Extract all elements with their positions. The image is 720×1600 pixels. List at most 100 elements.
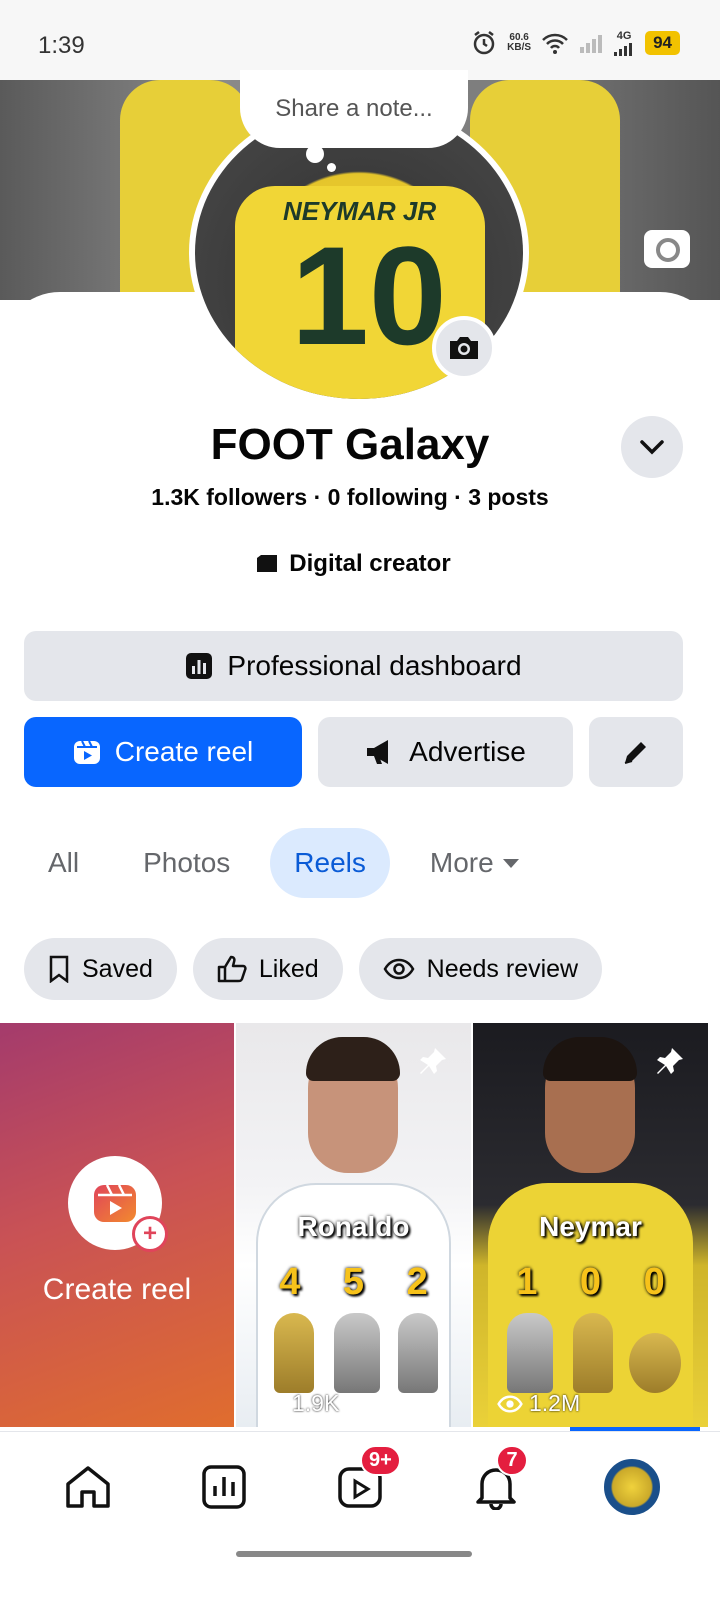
trophy-count: 4 [279,1261,301,1303]
reel-player-name: Ronaldo [297,1211,410,1242]
tab-all-label: All [48,847,80,878]
trophy-counts: 4 5 2 [236,1261,471,1304]
create-reel-tile[interactable]: + Create reel [0,1023,234,1427]
net-speed-unit: KB/S [507,42,532,53]
nav-reels[interactable]: 9+ [330,1444,401,1517]
pencil-icon [624,742,646,764]
profile-avatar-small [604,1458,660,1515]
category-label: Digital creator [289,550,451,577]
player-hair [306,1037,400,1081]
reel-view-count: 1.9K [292,1390,340,1416]
tab-more[interactable]: More [406,828,544,898]
filter-needs-review-label: Needs review [426,954,579,983]
trophy-count: 0 [579,1261,602,1303]
signal-weak-icon [580,35,603,53]
professional-dashboard-button[interactable]: Professional dashboard [24,631,683,701]
pin-icon [417,1045,449,1082]
filter-saved[interactable]: Saved [24,938,177,1000]
profile-stats[interactable]: 1.3K followers · 0 following · 3 posts [0,484,700,511]
eye-icon [260,1394,286,1413]
notifications-badge: 7 [496,1444,528,1476]
trophy-icon [573,1313,613,1393]
trophy-count: 0 [643,1261,665,1303]
advertise-button[interactable]: Advertise [318,717,573,787]
caret-down-icon [502,859,519,868]
trophy-counts: 1 0 0 [473,1261,708,1304]
page-name: FOOT Galaxy [210,420,490,469]
signal-icon [614,43,633,56]
ball-trophy-icon [629,1333,681,1393]
nav-profile[interactable] [602,1457,662,1517]
bookmark-icon [49,955,69,983]
battery-indicator: 94 [645,31,680,55]
reel-icon [73,740,100,764]
net-speed: 60.6 KB/S [507,33,531,53]
profile-category: Digital creator [0,550,706,578]
player-hair [543,1037,637,1081]
thumbs-up-icon [217,955,247,983]
advertise-label: Advertise [409,736,526,767]
nav-notifications[interactable]: 7 [466,1444,528,1517]
trophy-count: 1 [516,1261,538,1303]
tab-photos-label: Photos [143,847,231,878]
create-reel-label: Create reel [114,736,254,767]
trophy-count: 5 [342,1261,365,1303]
wifi-icon [542,33,568,54]
eye-icon [383,958,415,980]
signal-4g: 4G [613,30,635,56]
avatar-camera-button[interactable] [432,316,496,380]
nav-dashboard[interactable] [194,1457,254,1517]
note-bubble-tail-small [327,163,336,172]
create-reel-button[interactable]: Create reel [24,717,302,787]
eye-icon [497,1394,523,1413]
reel-player-name: Neymar [539,1211,642,1242]
filter-needs-review[interactable]: Needs review [358,938,603,1000]
network-type: 4G [616,30,632,42]
home-indicator[interactable] [236,1551,472,1557]
tab-all[interactable]: All [24,828,103,898]
bottom-nav: 9+ 7 [0,1431,720,1541]
reel-icon [94,1184,136,1222]
camera-icon [450,337,478,359]
avatar-jersey-number: 10 [291,217,447,374]
creator-icon [257,555,278,572]
reel-view-count: 1.2M [529,1390,581,1416]
trophy-icon [334,1313,380,1393]
filter-liked-label: Liked [258,954,319,983]
plus-icon: + [132,1216,168,1252]
status-icons: 60.6 KB/S 4G 94 [471,30,680,56]
reels-grid: + Create reel Ronaldo 4 5 2 1.9K Neymar [0,1023,720,1427]
dashboard-label: Professional dashboard [227,650,522,681]
reels-badge: 9+ [360,1444,401,1476]
reel-views: 1.2M [497,1390,580,1417]
reel-filters: Saved Liked Needs review [24,938,603,1000]
tab-photos[interactable]: Photos [119,828,254,898]
tab-reels-label: Reels [294,847,366,878]
cover-camera-icon[interactable] [644,230,690,268]
trophy-count: 2 [406,1261,428,1303]
pin-icon [654,1045,686,1082]
home-icon [66,1465,110,1508]
nav-home[interactable] [58,1457,118,1517]
megaphone-icon [367,740,389,764]
trophy-icon [507,1313,553,1393]
filter-liked[interactable]: Liked [192,938,343,1000]
note-bubble-tail [306,145,324,163]
share-note-bubble[interactable]: Share a note... [240,70,468,148]
dashboard-icon [186,653,213,679]
profile-tabs: All Photos Reels More [24,828,544,898]
reel-thumbnail[interactable]: Neymar 1 0 0 1.2M [473,1023,708,1427]
status-time: 1:39 [38,32,85,59]
status-bar: 1:39 60.6 KB/S 4G 94 [0,0,720,80]
reel-views: 1.9K [260,1390,339,1417]
profile-dropdown-button[interactable] [621,416,683,478]
alarm-icon [473,31,495,55]
trophy-icon [398,1313,438,1393]
tab-reels[interactable]: Reels [270,828,390,898]
tab-more-label: More [429,847,494,878]
dashboard-icon [202,1464,246,1509]
reel-thumbnail[interactable]: Ronaldo 4 5 2 1.9K [236,1023,471,1427]
edit-profile-button[interactable] [589,717,683,787]
trophy-icon [274,1313,314,1393]
chevron-down-icon [640,440,664,455]
